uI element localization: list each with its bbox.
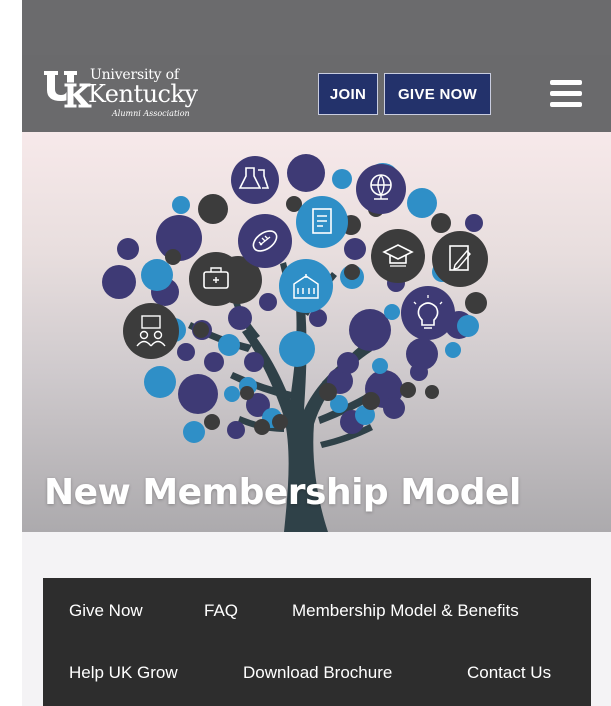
- subnav-faq[interactable]: FAQ: [204, 601, 238, 621]
- globe-icon: [356, 164, 406, 214]
- lab-flask-icon: [231, 156, 279, 204]
- subnav-contact-us[interactable]: Contact Us: [467, 663, 551, 683]
- people-meeting-icon: [123, 303, 179, 359]
- subnav-give-now[interactable]: Give Now: [69, 601, 143, 621]
- join-button[interactable]: JOIN: [318, 73, 378, 115]
- subnav-help-uk-grow[interactable]: Help UK Grow: [69, 663, 178, 683]
- page-frame: University of Kentucky Alumni Associatio…: [22, 0, 611, 706]
- graduation-cap-icon: [371, 229, 425, 283]
- secondary-nav: Give Now FAQ Membership Model & Benefits…: [43, 578, 591, 706]
- scroll-certificate-icon: [296, 196, 348, 248]
- pencil-document-icon: [432, 231, 488, 287]
- give-now-button[interactable]: GIVE NOW: [384, 73, 491, 115]
- hamburger-menu-icon[interactable]: [550, 80, 582, 108]
- subnav-download-brochure[interactable]: Download Brochure: [243, 663, 392, 683]
- football-icon: [238, 214, 292, 268]
- top-bar: [22, 0, 611, 55]
- site-header: University of Kentucky Alumni Associatio…: [22, 55, 611, 132]
- lightbulb-icon: [401, 286, 455, 340]
- logo-text-alumni-association: Alumni Association: [112, 109, 190, 118]
- hero-title: New Membership Model: [44, 472, 521, 513]
- building-icon: [279, 259, 333, 313]
- logo-text-kentucky: Kentucky: [88, 80, 198, 108]
- briefcase-icon: [189, 252, 243, 306]
- hero-banner: New Membership Model: [22, 132, 611, 532]
- uk-alumni-logo[interactable]: University of Kentucky Alumni Associatio…: [42, 67, 217, 121]
- subnav-membership-model-benefits[interactable]: Membership Model & Benefits: [292, 601, 519, 621]
- uk-logo-icon: [44, 71, 92, 109]
